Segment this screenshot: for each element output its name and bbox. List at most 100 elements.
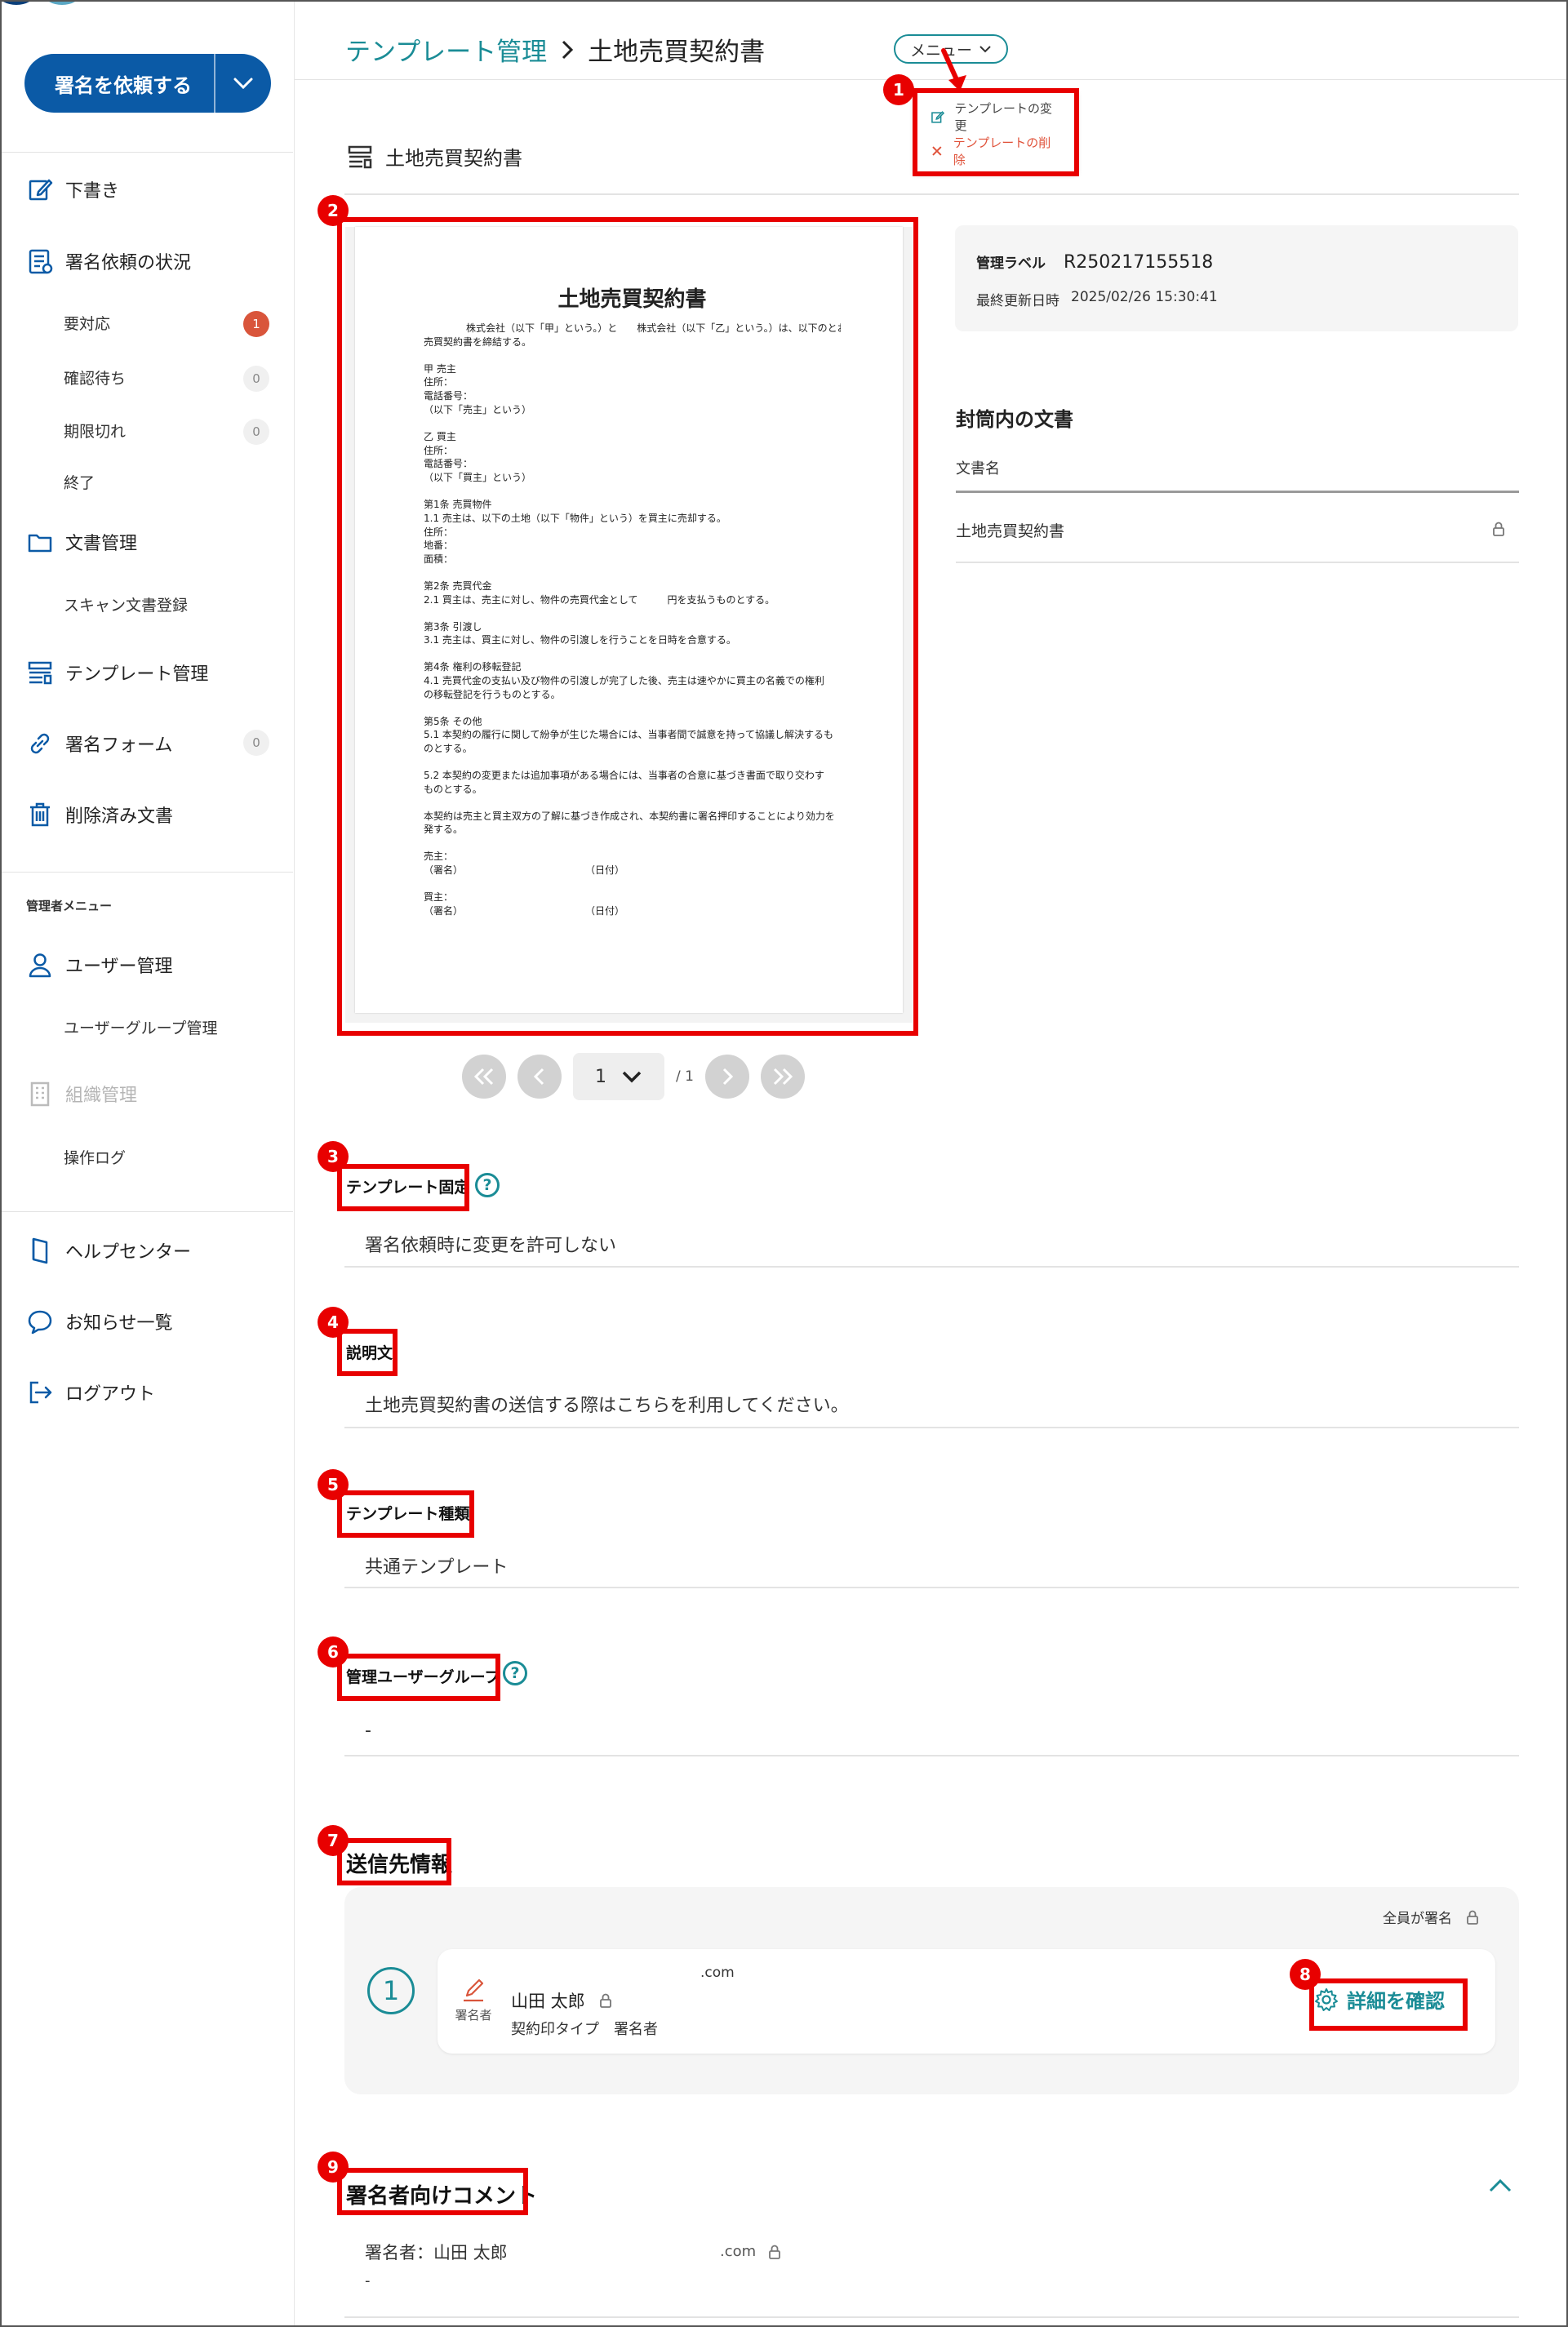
annotation-badge-6: 6: [318, 1636, 349, 1668]
description-value: 土地売買契約書の送信する際はこちらを利用してください。: [365, 1396, 849, 1416]
sidebar-item-notices[interactable]: お知らせ一覧: [26, 1305, 173, 1338]
template-icon: [28, 661, 52, 685]
envelope-document-row: 土地売買契約書: [956, 519, 1519, 541]
app-logo: [0, 0, 100, 8]
sidebar-item-action-required[interactable]: 要対応: [64, 311, 110, 337]
lock-icon: [599, 1993, 611, 2008]
annotation-badge-2: 2: [318, 195, 349, 226]
last-updated-key: 最終更新日時: [976, 293, 1059, 309]
lock-icon: [769, 2245, 781, 2259]
link-icon: [30, 733, 50, 754]
template-icon: [348, 145, 372, 168]
sidebar-item-awaiting[interactable]: 確認待ち: [64, 366, 126, 392]
comment-signer-email: .com: [720, 2243, 782, 2260]
sidebar-item-completed[interactable]: 終了: [64, 470, 95, 496]
edit-icon: [29, 179, 53, 201]
sidebar-item-templates[interactable]: テンプレート管理: [26, 656, 208, 689]
awaiting-count-badge: 0: [243, 366, 269, 392]
trash-icon: [30, 802, 50, 827]
sidebar-item-operation-log[interactable]: 操作ログ: [64, 1145, 126, 1171]
first-page-button[interactable]: [462, 1055, 506, 1099]
template-info-card: 管理ラベル R250217155518 最終更新日時 2025/02/26 15…: [955, 225, 1518, 331]
request-signature-label[interactable]: 署名を依頼する: [24, 69, 214, 98]
document-name-column-header: 文書名: [956, 460, 1000, 477]
annotation-box-4: [337, 1329, 398, 1376]
comment-signer-name: 署名者：山田 太郎: [365, 2243, 508, 2263]
template-heading: 土地売買契約書: [346, 142, 522, 171]
next-page-button[interactable]: [704, 1055, 749, 1099]
annotation-box-3: [337, 1164, 469, 1211]
annotation-badge-1: 1: [883, 74, 914, 105]
chevron-down-icon: [622, 1071, 642, 1083]
sidebar-item-documents[interactable]: 文書管理: [26, 526, 137, 558]
chat-bubble-icon: [28, 1310, 52, 1334]
chevron-down-icon: [979, 46, 991, 53]
sidebar-item-deleted[interactable]: 削除済み文書: [26, 798, 173, 831]
page-header: テンプレート管理 土地売買契約書 メニュー: [295, 2, 1566, 80]
chevron-left-icon: [533, 1068, 544, 1086]
all-sign-setting: 全員が署名: [1383, 1907, 1480, 1927]
admin-menu-heading: 管理者メニュー: [26, 899, 113, 913]
sidebar-item-organization: 組織管理: [26, 1077, 137, 1110]
chevron-right-icon: [562, 40, 574, 59]
logout-icon: [29, 1381, 52, 1404]
managing-user-group-value: -: [365, 1721, 371, 1741]
annotation-badge-4: 4: [318, 1307, 349, 1338]
annotation-badge-9: 9: [318, 2152, 349, 2183]
lock-icon: [1493, 522, 1504, 536]
annotation-box-1: [913, 88, 1079, 176]
page-select[interactable]: 1: [573, 1053, 664, 1100]
last-page-button[interactable]: [760, 1055, 805, 1099]
building-icon: [30, 1081, 50, 1107]
chevron-down-icon[interactable]: [215, 77, 271, 90]
sidebar-item-user-management[interactable]: ユーザー管理: [26, 948, 173, 981]
double-chevron-right-icon: [773, 1068, 793, 1086]
envelope-document-name: 土地売買契約書: [956, 522, 1065, 540]
folder-icon: [28, 534, 52, 553]
user-icon: [29, 953, 51, 978]
lock-icon: [1467, 1910, 1478, 1925]
annotation-box-6: [337, 1654, 500, 1701]
request-signature-button[interactable]: 署名を依頼する: [24, 54, 271, 113]
annotation-badge-8: 8: [1290, 1959, 1321, 1990]
previous-page-button[interactable]: [517, 1055, 562, 1099]
expired-count-badge: 0: [243, 419, 269, 445]
template-fixed-value: 署名依頼時に変更を許可しない: [365, 1236, 617, 1256]
management-label-key: 管理ラベル: [976, 255, 1046, 272]
breadcrumb-templates-link[interactable]: テンプレート管理: [345, 31, 547, 68]
signing-order-badge: 1: [367, 1967, 415, 2014]
sidebar-item-sign-forms[interactable]: 署名フォーム: [26, 727, 172, 760]
signer-role: 署名者: [454, 1975, 493, 2023]
last-updated-value: 2025/02/26 15:30:41: [1071, 289, 1218, 305]
action-required-count-badge: 1: [243, 311, 269, 337]
annotation-badge-7: 7: [318, 1825, 349, 1856]
annotation-box-2: [337, 217, 918, 1036]
annotation-badge-5: 5: [318, 1469, 349, 1500]
sidebar-item-request-status[interactable]: 署名依頼の状況: [26, 245, 191, 278]
chevron-up-icon[interactable]: [1488, 2178, 1512, 2194]
sidebar-item-scan-registration[interactable]: スキャン文書登録: [64, 593, 188, 619]
help-icon[interactable]: ?: [475, 1173, 500, 1197]
sidebar-item-user-groups[interactable]: ユーザーグループ管理: [64, 1015, 217, 1041]
envelope-documents-heading: 封筒内の文書: [956, 408, 1073, 431]
page-total: / 1: [676, 1068, 694, 1085]
sidebar-item-logout[interactable]: ログアウト: [26, 1376, 155, 1409]
double-chevron-left-icon: [473, 1068, 494, 1086]
help-icon[interactable]: ?: [503, 1661, 527, 1685]
sidebar-item-expired[interactable]: 期限切れ: [64, 419, 126, 445]
annotation-box-5: [337, 1490, 474, 1538]
pen-icon: [464, 1978, 484, 2002]
sidebar-item-help-center[interactable]: ヘルプセンター: [26, 1234, 191, 1267]
chevron-right-icon: [722, 1068, 734, 1086]
management-label-value: R250217155518: [1064, 252, 1214, 273]
page-navigation: 1 / 1: [462, 1053, 805, 1100]
sidebar-item-drafts[interactable]: 下書き: [26, 173, 119, 206]
annotation-box-8: [1309, 1978, 1468, 2031]
template-type-value: 共通テンプレート: [365, 1557, 509, 1578]
sidebar: 署名を依頼する 下書き 署名依頼の状況 要対応 1 確認待ち 0 期限切れ 0 …: [0, 0, 295, 2325]
annotation-box-7: [337, 1838, 451, 1885]
comment-body: -: [365, 2272, 371, 2289]
recipient-name: 山田 太郎: [511, 1988, 613, 2013]
sign-forms-count-badge: 0: [243, 730, 269, 756]
document-list-icon: [29, 249, 53, 274]
